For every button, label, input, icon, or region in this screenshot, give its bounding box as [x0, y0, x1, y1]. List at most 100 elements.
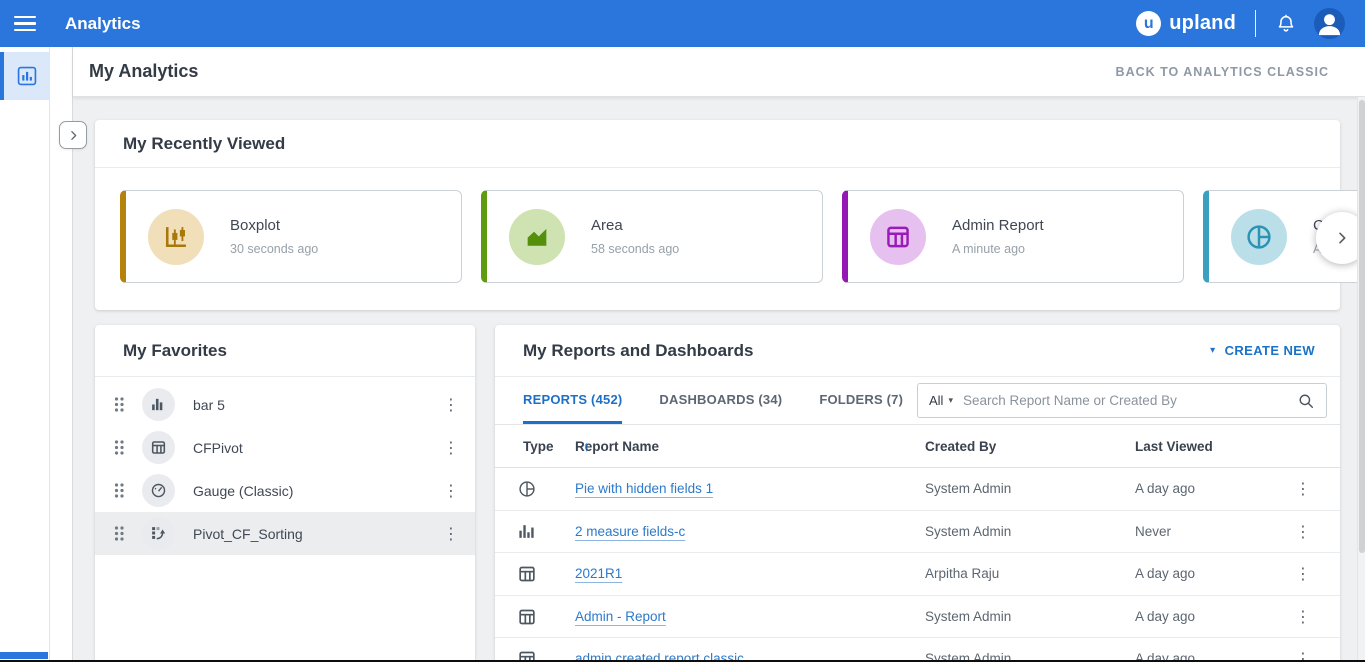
recent-card-area[interactable]: Area 58 seconds ago: [481, 190, 823, 283]
tab-dashboards[interactable]: DASHBOARDS (34): [659, 377, 782, 424]
notifications-bell-icon[interactable]: [1275, 13, 1297, 35]
row-menu-kebab-icon[interactable]: ⋮: [1295, 553, 1311, 596]
table-icon: [870, 209, 926, 265]
table-icon: [517, 607, 537, 627]
caret-down-icon: ▾: [948, 395, 953, 406]
back-to-classic-link[interactable]: BACK TO ANALYTICS CLASSIC: [1116, 65, 1329, 79]
bar-chart-icon: [517, 522, 536, 541]
upland-logo: u upland: [1136, 11, 1236, 36]
create-new-button[interactable]: ▾ CREATE NEW: [1210, 343, 1315, 358]
last-viewed-cell: A day ago: [1135, 553, 1195, 596]
drag-handle-icon[interactable]: [113, 439, 125, 456]
item-menu-kebab-icon[interactable]: ⋮: [443, 526, 459, 542]
row-menu-kebab-icon[interactable]: ⋮: [1295, 468, 1311, 511]
created-by-cell: System Admin: [925, 511, 1011, 554]
table-row: 2021R1 Arpitha Raju A day ago ⋮: [495, 553, 1340, 596]
top-bar: Analytics u upland: [0, 0, 1365, 47]
pivot-sort-icon: [142, 517, 175, 550]
report-table-body: Pie with hidden fields 1 System Admin A …: [495, 468, 1340, 662]
expand-panel-button[interactable]: [59, 121, 87, 149]
column-header-last-viewed[interactable]: Last Viewed: [1135, 425, 1213, 468]
recent-card-boxplot[interactable]: Boxplot 30 seconds ago: [120, 190, 462, 283]
last-viewed-cell: A day ago: [1135, 638, 1195, 662]
row-menu-kebab-icon[interactable]: ⋮: [1295, 596, 1311, 639]
table-row: 2 measure fields-c System Admin Never ⋮: [495, 511, 1340, 554]
gauge-icon: [142, 474, 175, 507]
scrollbar-thumb[interactable]: [1359, 100, 1365, 553]
vertical-scrollbar[interactable]: [1357, 97, 1365, 662]
sort-ascending-icon: ↑: [583, 425, 590, 468]
favorites-title: My Favorites: [95, 325, 475, 377]
item-menu-kebab-icon[interactable]: ⋮: [443, 397, 459, 413]
drag-handle-icon[interactable]: [113, 482, 125, 499]
report-name-link[interactable]: Admin - Report: [575, 609, 666, 624]
topbar-right-cluster: u upland: [1136, 8, 1365, 39]
recently-viewed-cards: Boxplot 30 seconds ago Area 58 seconds a…: [120, 190, 1365, 283]
drag-handle-icon[interactable]: [113, 396, 125, 413]
table-icon: [517, 564, 537, 584]
area-chart-icon: [509, 209, 565, 265]
item-menu-kebab-icon[interactable]: ⋮: [443, 440, 459, 456]
table-icon: [142, 431, 175, 464]
page-header: My Analytics BACK TO ANALYTICS CLASSIC: [73, 47, 1365, 97]
user-avatar[interactable]: [1314, 8, 1345, 39]
recent-card-admin-report[interactable]: Admin Report A minute ago: [842, 190, 1184, 283]
favorite-item-label: Gauge (Classic): [193, 483, 443, 499]
upland-mark-icon: u: [1136, 11, 1161, 36]
favorite-item-bar-5[interactable]: bar 5 ⋮: [95, 383, 475, 426]
search-input[interactable]: [963, 393, 1297, 408]
sidebar-item-analytics[interactable]: [0, 52, 49, 100]
pie-chart-icon: [517, 479, 537, 499]
created-by-cell: System Admin: [925, 468, 1011, 511]
left-sidebar: [0, 47, 50, 662]
card-timestamp: 58 seconds ago: [591, 242, 679, 256]
column-header-type[interactable]: Type: [523, 425, 554, 468]
create-new-label: CREATE NEW: [1225, 343, 1315, 358]
search-icon[interactable]: [1297, 392, 1315, 410]
created-by-cell: System Admin: [925, 596, 1011, 639]
favorite-item-cfpivot[interactable]: CFPivot ⋮: [95, 426, 475, 469]
main-content: My Recently Viewed Boxplot: [73, 97, 1365, 662]
favorite-item-gauge-classic[interactable]: Gauge (Classic) ⋮: [95, 469, 475, 512]
tab-reports[interactable]: REPORTS (452): [523, 377, 622, 424]
favorite-item-label: CFPivot: [193, 440, 443, 456]
reports-section: My Reports and Dashboards ▾ CREATE NEW R…: [495, 325, 1340, 662]
pie-chart-icon: [1231, 209, 1287, 265]
card-title: Admin Report: [952, 217, 1044, 234]
table-row: Pie with hidden fields 1 System Admin A …: [495, 468, 1340, 511]
card-timestamp: A minute ago: [952, 242, 1044, 256]
app-title: Analytics: [65, 14, 141, 34]
recently-viewed-section: My Recently Viewed Boxplot: [95, 120, 1340, 310]
created-by-cell: System Admin: [925, 638, 1011, 662]
favorite-item-label: bar 5: [193, 397, 443, 413]
card-timestamp: 30 seconds ago: [230, 242, 318, 256]
search-filter-value: All: [929, 393, 943, 408]
hamburger-menu-icon[interactable]: [14, 12, 38, 36]
search-filter-dropdown[interactable]: All ▾: [929, 393, 953, 408]
favorites-list: bar 5 ⋮ CFPivot ⋮ Gaug: [95, 383, 475, 555]
table-row: Admin - Report System Admin A day ago ⋮: [495, 596, 1340, 639]
topbar-divider: [1255, 10, 1256, 37]
row-menu-kebab-icon[interactable]: ⋮: [1295, 511, 1311, 554]
column-header-created-by[interactable]: Created By: [925, 425, 996, 468]
card-title: Boxplot: [230, 217, 318, 234]
item-menu-kebab-icon[interactable]: ⋮: [443, 483, 459, 499]
sidebar-bottom-accent: [0, 652, 48, 659]
bar-chart-box-icon: [16, 65, 38, 87]
favorite-item-pivot-cf-sorting[interactable]: Pivot_CF_Sorting ⋮: [95, 512, 475, 555]
last-viewed-cell: A day ago: [1135, 596, 1195, 639]
favorite-item-label: Pivot_CF_Sorting: [193, 526, 443, 542]
upland-brand-name: upland: [1169, 12, 1236, 35]
drag-handle-icon[interactable]: [113, 525, 125, 542]
table-header-row: Type Report Name↑ Created By Last Viewed: [495, 425, 1340, 468]
card-title: Area: [591, 217, 679, 234]
last-viewed-cell: Never: [1135, 511, 1171, 554]
reports-tab-bar: REPORTS (452) DASHBOARDS (34) FOLDERS (7…: [495, 377, 1340, 425]
row-menu-kebab-icon[interactable]: ⋮: [1295, 638, 1311, 662]
created-by-cell: Arpitha Raju: [925, 553, 999, 596]
report-name-link[interactable]: Pie with hidden fields 1: [575, 481, 713, 496]
report-name-link[interactable]: 2021R1: [575, 566, 622, 581]
favorites-section: My Favorites bar 5 ⋮ CFPivot: [95, 325, 475, 662]
tab-folders[interactable]: FOLDERS (7): [819, 377, 903, 424]
report-name-link[interactable]: 2 measure fields-c: [575, 524, 685, 539]
